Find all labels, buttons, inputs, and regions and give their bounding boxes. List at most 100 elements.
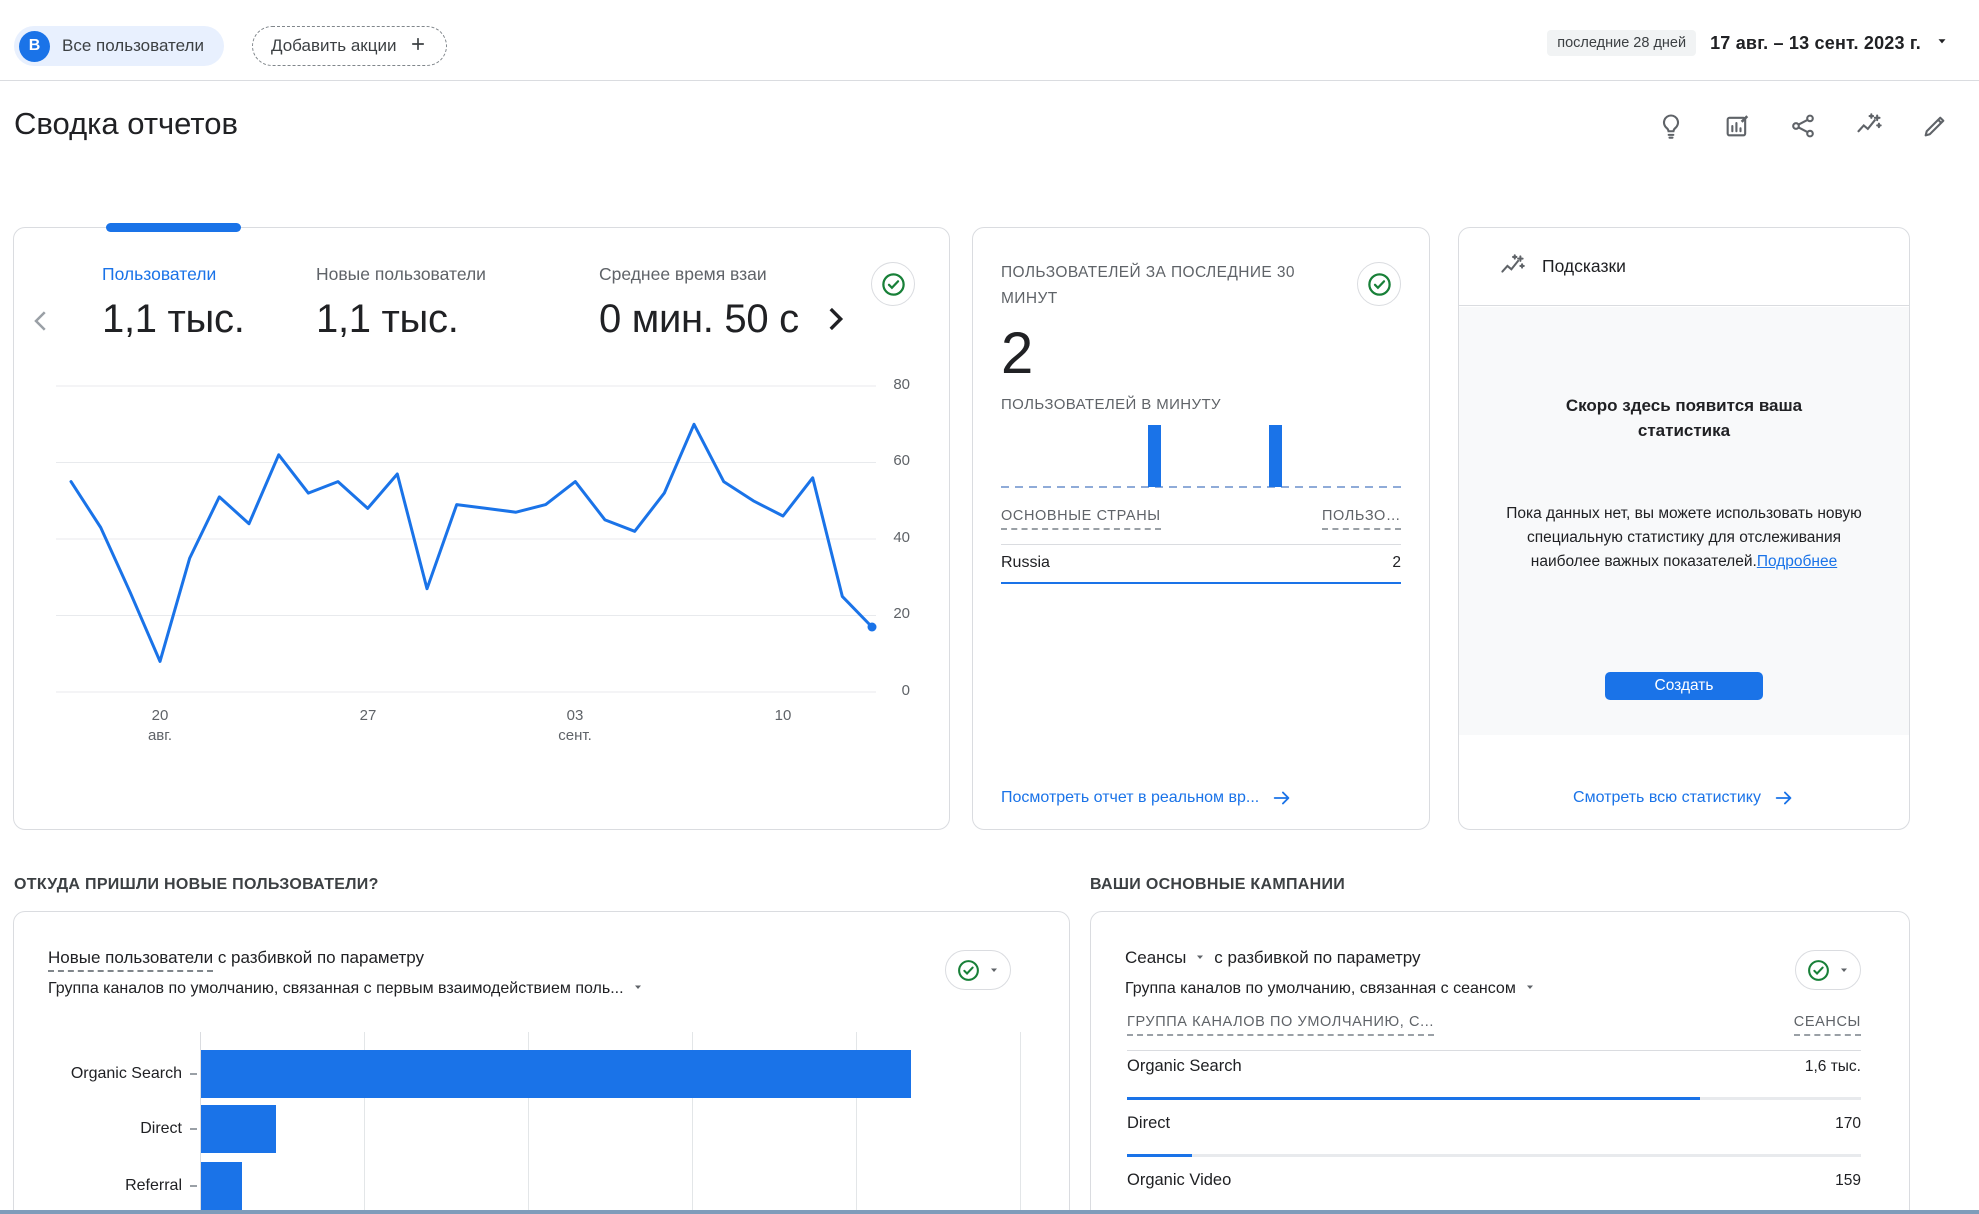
learn-more-link[interactable]: Подробнее <box>1757 553 1837 570</box>
data-quality-badge[interactable] <box>1357 262 1401 306</box>
check-circle-icon <box>1366 271 1393 298</box>
metric-tab-new-users[interactable]: Новые пользователи 1,1 тыс. <box>316 264 486 342</box>
chevron-down-icon <box>1935 34 1949 53</box>
dimension-selector[interactable]: Группа каналов по умолчанию, связанная с… <box>1125 980 1536 998</box>
divider <box>1001 544 1401 545</box>
insights-sparkline-icon <box>1855 112 1883 140</box>
x-axis-tick: 10 <box>775 706 792 726</box>
arrow-right-icon <box>1271 787 1293 809</box>
campaigns-section-heading: ВАШИ ОСНОВНЫЕ КАМПАНИИ <box>1090 876 1345 894</box>
insights-title: Подсказки <box>1542 256 1626 277</box>
users-cell: 2 <box>1392 554 1401 572</box>
channel-group-column-header[interactable]: ГРУППА КАНАЛОВ ПО УМОЛЧАНИЮ, С... <box>1127 1014 1434 1036</box>
row-value-bar <box>1127 1154 1861 1157</box>
metrics-next-button[interactable] <box>818 302 852 341</box>
chevron-down-icon <box>1524 980 1536 998</box>
x-axis-tick: 03сент. <box>558 706 592 747</box>
edit-pencil-icon <box>1921 112 1949 140</box>
table-row: Direct 170 <box>1127 1114 1861 1133</box>
row-value-bar <box>1127 1097 1861 1100</box>
ga4-reports-snapshot: В Все пользователи Добавить акции послед… <box>0 0 1979 1214</box>
check-circle-icon <box>880 271 907 298</box>
sparkline-bar <box>1269 425 1282 487</box>
insights-empty-text: Пока данных нет, вы можете использовать … <box>1504 502 1864 574</box>
audience-chip-label: Все пользователи <box>62 36 204 56</box>
check-circle-icon <box>1806 958 1831 983</box>
overview-metrics-card: Пользователи 1,1 тыс. Новые пользователи… <box>13 227 950 830</box>
campaigns-card: Сеансы с разбивкой по параметру Группа к… <box>1090 911 1910 1214</box>
share-icon <box>1789 112 1817 140</box>
users-column-header[interactable]: ПОЛЬЗО… <box>1322 508 1401 530</box>
report-toolbar <box>1657 112 1949 140</box>
edit-button[interactable] <box>1921 112 1949 140</box>
insights-sparkline-icon <box>1499 253 1526 280</box>
campaigns-table-header: ГРУППА КАНАЛОВ ПО УМОЛЧАНИЮ, С... СЕАНСЫ <box>1127 1014 1861 1036</box>
customize-report-button[interactable] <box>1723 112 1751 140</box>
create-insight-button[interactable]: Создать <box>1605 672 1763 700</box>
chevron-left-icon <box>26 306 56 336</box>
insights-bulb-button[interactable] <box>1657 112 1685 140</box>
view-all-insights-link[interactable]: Смотреть всю статистику <box>1573 787 1795 809</box>
realtime-subtitle: ПОЛЬЗОВАТЕЛЕЙ В МИНУТУ <box>1001 396 1221 413</box>
table-row: Organic Search 1,6 тыс. <box>1127 1057 1861 1076</box>
realtime-table-header: ОСНОВНЫЕ СТРАНЫ ПОЛЬЗО… <box>1001 508 1401 530</box>
metric-selector[interactable]: Сеансы <box>1125 948 1186 968</box>
card-title: Новые пользователи с разбивкой по параме… <box>48 948 424 968</box>
divider <box>1127 1050 1861 1051</box>
chevron-down-icon <box>1838 964 1850 976</box>
sparkline-baseline <box>1001 486 1403 488</box>
share-button[interactable] <box>1789 112 1817 140</box>
date-range-selector[interactable]: последние 28 дней 17 авг. – 13 сент. 202… <box>1547 30 1949 56</box>
realtime-card: ПОЛЬЗОВАТЕЛЕЙ ЗА ПОСЛЕДНИЕ 30 МИНУТ 2 ПО… <box>972 227 1430 830</box>
realtime-users-value: 2 <box>1001 320 1033 387</box>
selected-metric-indicator <box>106 223 241 232</box>
horizontal-scrollbar[interactable] <box>0 1210 1979 1214</box>
data-quality-badge[interactable] <box>945 950 1011 990</box>
insights-sparkline-button[interactable] <box>1855 112 1883 140</box>
y-axis-tick: 0 <box>852 682 910 699</box>
metric-label: Среднее время взаи <box>599 264 834 285</box>
chevron-down-icon <box>632 980 644 998</box>
row-value-bar <box>1001 582 1401 584</box>
realtime-report-link[interactable]: Посмотреть отчет в реальном вр... <box>1001 787 1293 809</box>
date-range-label: 17 авг. – 13 сент. 2023 г. <box>1710 33 1921 54</box>
insights-empty-title: Скоро здесь появится ваша статистика <box>1539 394 1829 443</box>
add-comparison-chip[interactable]: Добавить акции <box>252 26 447 66</box>
metric-label: Новые пользователи <box>316 264 486 285</box>
x-axis-tick: 27 <box>360 706 377 726</box>
channel-cell: Organic Video <box>1127 1171 1231 1190</box>
y-axis-tick: 60 <box>852 452 910 469</box>
insights-card: Подсказки Скоро здесь появится ваша стат… <box>1458 227 1910 830</box>
audience-avatar: В <box>19 31 50 62</box>
metric-tab-users[interactable]: Пользователи 1,1 тыс. <box>102 264 245 342</box>
metric-selector[interactable]: Новые пользователи <box>48 948 213 972</box>
dimension-selector[interactable]: Группа каналов по умолчанию, связанная с… <box>48 980 644 998</box>
channel-cell: Organic Search <box>1127 1057 1242 1076</box>
metric-value: 1,1 тыс. <box>102 297 245 342</box>
audience-chip[interactable]: В Все пользователи <box>14 26 224 66</box>
metric-label: Пользователи <box>102 264 245 285</box>
bar-referral <box>201 1162 242 1210</box>
y-axis-tick: 40 <box>852 529 910 546</box>
data-quality-badge[interactable] <box>871 262 915 306</box>
countries-column-header[interactable]: ОСНОВНЫЕ СТРАНЫ <box>1001 508 1161 530</box>
bar-organic-search <box>201 1050 911 1098</box>
metrics-prev-button[interactable] <box>26 306 56 341</box>
y-axis-tick: 80 <box>852 376 910 393</box>
axis-tick <box>190 1073 197 1075</box>
bar-category-label: Organic Search <box>34 1050 182 1098</box>
x-axis-tick: 20авг. <box>148 706 172 747</box>
chevron-right-icon <box>818 302 852 336</box>
sessions-column-header[interactable]: СЕАНСЫ <box>1794 1014 1861 1036</box>
page-title: Сводка отчетов <box>14 106 238 142</box>
metric-value: 1,1 тыс. <box>316 297 486 342</box>
data-quality-badge[interactable] <box>1795 950 1861 990</box>
topbar: В Все пользователи Добавить акции послед… <box>0 0 1979 81</box>
sparkline-bar <box>1148 425 1161 487</box>
metric-tab-avg-engagement-time[interactable]: Среднее время взаи 0 мин. 50 с <box>599 264 834 342</box>
metric-value: 0 мин. 50 с <box>599 297 834 342</box>
arrow-right-icon <box>1773 787 1795 809</box>
customize-report-icon <box>1723 112 1751 140</box>
date-preset-badge: последние 28 дней <box>1547 30 1696 56</box>
sessions-cell: 159 <box>1835 1172 1861 1190</box>
